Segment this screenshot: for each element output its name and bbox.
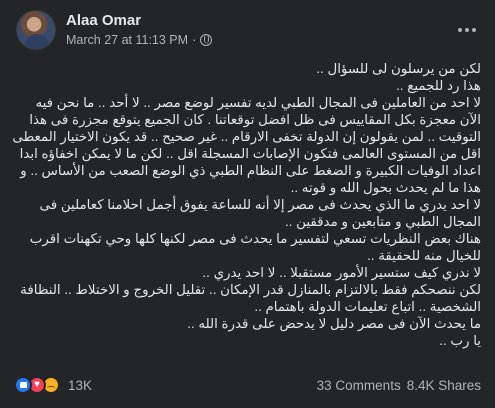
author-name[interactable]: Alaa Omar xyxy=(66,12,141,29)
post-header: Alaa Omar March 27 at 11:13 PM · xyxy=(16,10,485,54)
post-text: لكن من يرسلون لى للسؤال .. هذا رد للجميع… xyxy=(12,60,481,349)
post-timestamp[interactable]: March 27 at 11:13 PM xyxy=(66,33,188,47)
more-horizontal-icon xyxy=(458,28,462,32)
post-line: هذا رد للجميع .. xyxy=(396,78,481,93)
reactions-summary[interactable]: 13K xyxy=(14,376,92,394)
post-line: لكن من يرسلون لى للسؤال .. xyxy=(316,61,481,76)
post-line: لكن ننصحكم فقط بالالتزام بالمنازل قدر ال… xyxy=(20,282,481,314)
post-line: لا ندري كيف ستسير الأمور مستقبلا .. لا ا… xyxy=(202,265,481,280)
like-reaction-icon xyxy=(14,376,32,394)
author-avatar[interactable] xyxy=(16,10,56,50)
reaction-count: 13K xyxy=(68,377,93,393)
comments-count-link[interactable]: 33 Comments xyxy=(317,378,401,393)
post-footer: 13K 33 Comments 8.4K Shares xyxy=(14,374,481,396)
post-line: ما يحدث الآن فى مصر دليل لا يدحض على قدر… xyxy=(187,316,481,331)
post-meta: March 27 at 11:13 PM · xyxy=(66,33,213,47)
post-line: لا احد يدري ما الذي يحدث فى مصر إلا أنه … xyxy=(39,197,481,229)
meta-separator: · xyxy=(192,33,197,47)
globe-icon xyxy=(200,34,213,46)
post-line: يا رب .. xyxy=(439,333,481,348)
post-line: لا احد من العاملين فى المجال الطبي لديه … xyxy=(12,95,481,195)
more-options-button[interactable] xyxy=(453,16,481,44)
more-dot xyxy=(472,28,476,32)
shares-count-link[interactable]: 8.4K Shares xyxy=(407,378,481,393)
engagement-stats: 33 Comments 8.4K Shares xyxy=(317,378,481,393)
more-dot xyxy=(465,28,469,32)
post-line: هناك بعض النظريات تسعي لتفسير ما يحدث فى… xyxy=(29,231,481,263)
